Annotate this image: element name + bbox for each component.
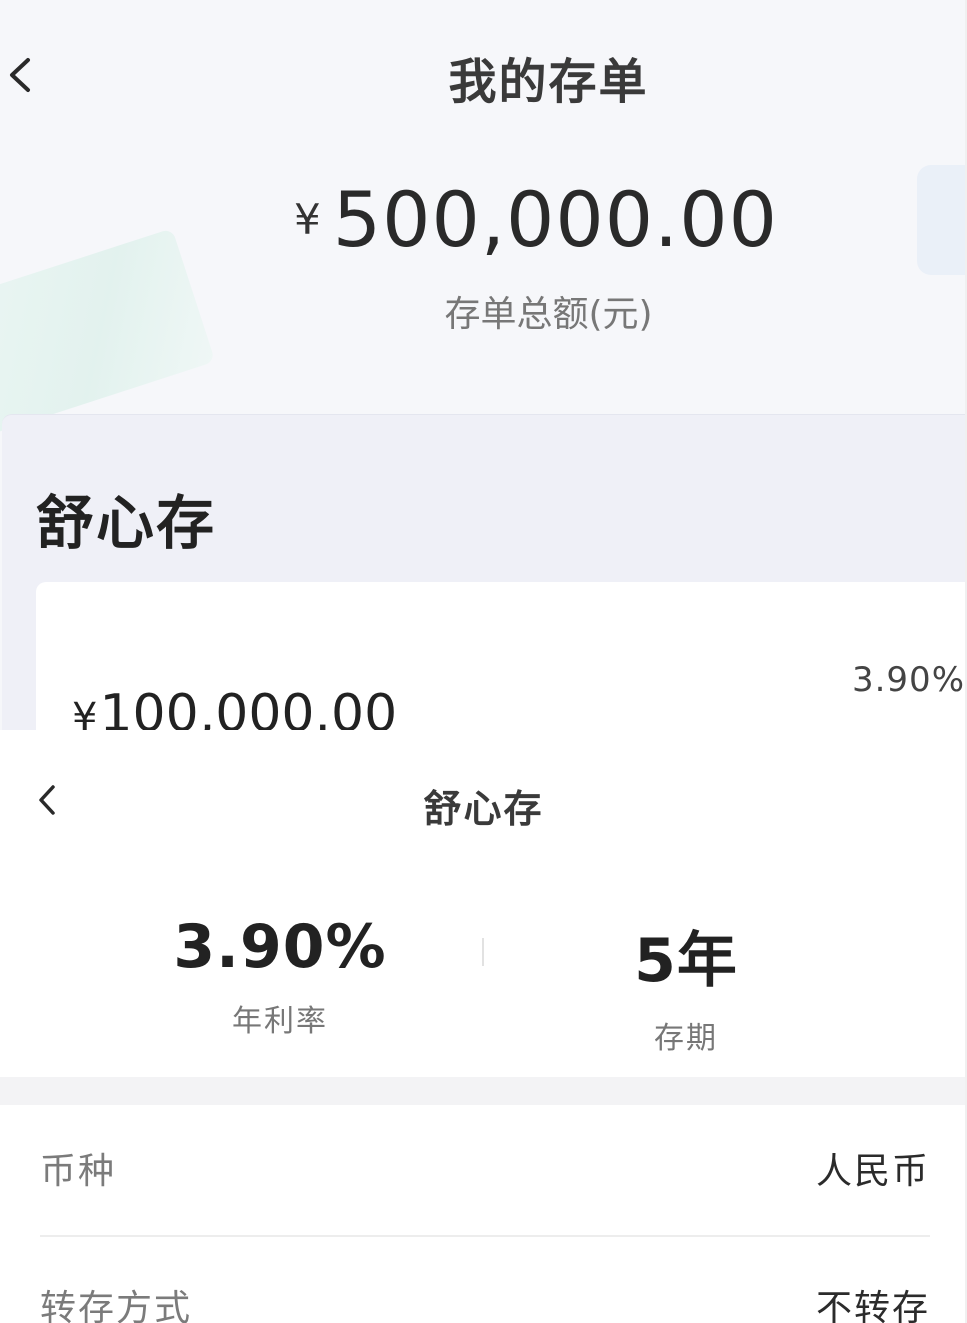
section-gap (0, 1077, 967, 1105)
currency-symbol: ¥ (72, 695, 98, 730)
page-title: 我的存单 (448, 54, 649, 110)
term-label: 存期 (654, 1021, 718, 1056)
total-amount-value: 500,000.00 (332, 175, 778, 264)
deposit-list-screen: 我的存单 ¥500,000.00 存单总额(元) 舒心存 3.90% ¥100,… (0, 0, 967, 730)
annual-rate-stat: 3.90% 年利率 (130, 912, 430, 1040)
app-frame: 我的存单 ¥500,000.00 存单总额(元) 舒心存 3.90% ¥100,… (0, 0, 967, 1323)
annual-rate-label: 年利率 (232, 1004, 328, 1039)
annual-rate-value: 3.90% (173, 912, 387, 982)
total-amount: ¥500,000.00 (0, 175, 967, 264)
info-row-key: 币种 (40, 1151, 117, 1192)
info-row-value: 不转存 (815, 1288, 930, 1323)
term-stat: 5年 存期 (536, 912, 836, 1057)
deposit-card-amount: ¥100,000.00 (72, 684, 397, 730)
info-row-currency: 币种 人民币 (40, 1138, 930, 1198)
info-row-key: 转存方式 (40, 1288, 193, 1323)
page-title: 舒心存 (423, 787, 544, 831)
deposit-detail-screen: 舒心存 3.90% 年利率 5年 存期 币种 人民币 转存方式 不转存 (0, 730, 967, 1323)
total-amount-label: 存单总额(元) (444, 294, 653, 335)
info-row-transfer-method: 转存方式 不转存 (40, 1275, 930, 1323)
term-value: 5年 (634, 926, 738, 996)
deposit-card-rate: 3.90% (851, 660, 965, 700)
stat-divider (482, 938, 484, 966)
info-row-value: 人民币 (815, 1151, 930, 1192)
currency-symbol: ¥ (294, 195, 321, 244)
deposit-card-amount-value: 100,000.00 (99, 684, 398, 730)
product-group-title: 舒心存 (36, 489, 217, 557)
row-divider (40, 1235, 930, 1237)
